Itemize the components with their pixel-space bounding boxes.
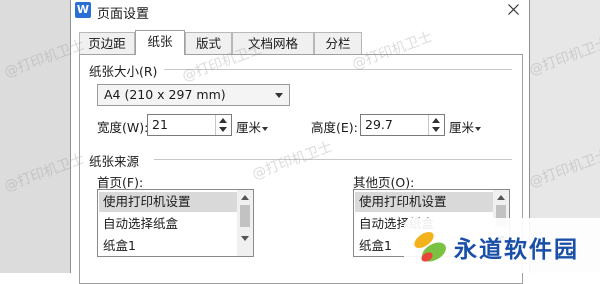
scroll-up-icon[interactable] — [241, 195, 249, 200]
divider — [154, 159, 512, 160]
spin-down-icon[interactable] — [219, 127, 227, 132]
window-title: 页面设置 — [97, 7, 150, 22]
close-icon — [508, 4, 519, 15]
width-spinbox[interactable]: 21 — [147, 114, 232, 136]
caret-down-icon — [475, 126, 482, 131]
height-unit-dropdown[interactable]: 厘米 — [449, 117, 482, 136]
height-spinbox[interactable]: 29.7 — [360, 114, 445, 136]
list-item[interactable]: 使用打印机设置 — [355, 192, 493, 212]
site-logo: 永道软件园 — [404, 218, 600, 273]
leaf-logo-icon — [414, 232, 446, 262]
tab-columns[interactable]: 分栏 — [314, 32, 362, 54]
list-item[interactable]: 自动选择纸盒 — [99, 214, 237, 234]
tab-paper[interactable]: 纸张 — [135, 30, 185, 55]
height-label: 高度(E): — [311, 120, 358, 135]
paper-size-select[interactable]: A4 (210 x 297 mm) — [97, 84, 290, 106]
scroll-up-icon[interactable] — [497, 195, 505, 200]
height-spin-buttons[interactable] — [428, 115, 444, 135]
caret-down-icon — [262, 126, 269, 131]
width-spin-buttons[interactable] — [215, 115, 231, 135]
scroll-down-icon[interactable] — [241, 236, 249, 241]
list-item[interactable]: 纸盒1 — [99, 236, 237, 256]
width-unit-dropdown[interactable]: 厘米 — [236, 117, 269, 136]
paper-size-value: A4 (210 x 297 mm) — [104, 87, 226, 102]
first-page-listbox[interactable]: 使用打印机设置 自动选择纸盒 纸盒1 — [97, 189, 254, 257]
spin-down-icon[interactable] — [432, 127, 440, 132]
height-value: 29.7 — [365, 117, 393, 132]
width-label: 宽度(W): — [97, 120, 149, 135]
close-button[interactable] — [503, 0, 525, 20]
spin-up-icon[interactable] — [219, 118, 227, 123]
list-item[interactable]: 使用打印机设置 — [99, 192, 237, 212]
scroll-thumb[interactable] — [240, 205, 250, 227]
height-unit-label: 厘米 — [449, 120, 475, 135]
tab-margins[interactable]: 页边距 — [79, 32, 135, 54]
width-unit-label: 厘米 — [236, 120, 262, 135]
title-bar: W 页面设置 — [71, 0, 529, 22]
width-value: 21 — [152, 117, 168, 132]
scrollbar[interactable] — [237, 190, 253, 256]
spin-up-icon[interactable] — [432, 118, 440, 123]
paper-source-section-title: 纸张来源 — [89, 154, 140, 169]
paper-size-section-title: 纸张大小(R) — [89, 64, 158, 79]
wps-writer-icon: W — [75, 2, 91, 18]
logo-text: 永道软件园 — [454, 236, 579, 263]
dropdown-arrow-icon — [275, 93, 283, 98]
